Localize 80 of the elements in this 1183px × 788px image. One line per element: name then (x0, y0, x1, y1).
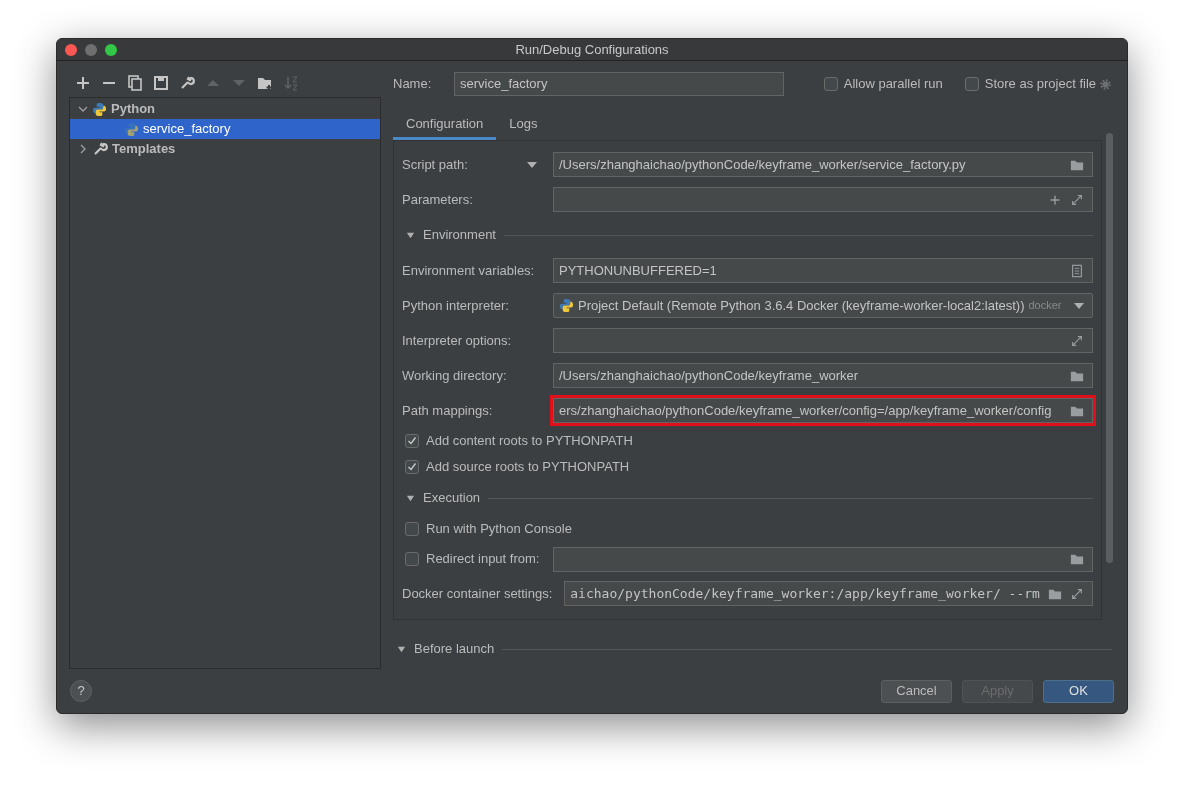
tree-label: Templates (112, 140, 176, 159)
option-label[interactable]: Store as project file (984, 74, 1096, 94)
collapse-icon[interactable] (406, 230, 415, 240)
field-label: Parameters: (402, 190, 473, 209)
add-icon[interactable] (75, 75, 91, 91)
text-field[interactable]: ers/zhanghaichao/pythonCode/keyframe_worker/config=/app/keyframe_worker/config (553, 398, 1093, 423)
python-icon (124, 121, 139, 137)
zoom-button[interactable] (105, 43, 117, 56)
dropdown-icon[interactable] (1074, 302, 1084, 309)
field-value: PYTHONUNBUFFERED=1 (559, 261, 718, 280)
scrollbar[interactable] (1106, 133, 1113, 563)
interpreter-dropdown[interactable]: Project Default (Remote Python 3.6.4 Docker (keyframe-worker-local2:latest)) docker (553, 293, 1093, 318)
field-label: Interpreter options: (402, 331, 512, 350)
list-icon[interactable] (1070, 263, 1084, 278)
field-value: ers/zhanghaichao/pythonCode/keyframe_worker/config=/app/keyframe_worker/config (559, 401, 1053, 420)
text-field[interactable]: /Users/zhanghaichao/pythonCode/keyframe_worker (553, 363, 1093, 388)
interpreter-type: docker (1028, 298, 1063, 314)
expand-icon[interactable] (1070, 586, 1084, 601)
field-label: Environment variables: (402, 261, 535, 280)
tree-label: service_factory (143, 120, 231, 139)
expand-icon[interactable] (1070, 333, 1084, 348)
field-label: Docker container settings: (402, 584, 553, 603)
checkbox-label[interactable]: Add source roots to PYTHONPATH (426, 457, 630, 477)
checkbox[interactable] (405, 460, 419, 474)
window-title: Run/Debug Configurations (514, 40, 670, 59)
dialog-button[interactable]: OK (1043, 679, 1114, 703)
wrench-icon[interactable] (92, 141, 108, 157)
checkbox-label[interactable]: Run with Python Console (426, 519, 572, 539)
field-label: Python interpreter: (402, 296, 509, 315)
interpreter-name: Project Default (Remote Python 3.6.4 Docker (keyframe-worker-local2:latest)) (578, 296, 1025, 315)
field-label: Path mappings: (402, 401, 493, 420)
wrench-icon[interactable] (179, 75, 195, 91)
copy-icon[interactable] (127, 75, 143, 91)
text-field[interactable]: /Users/zhanghaichao/pythonCode/keyframe_worker/service_factory.py (553, 152, 1093, 177)
tab[interactable]: Logs (496, 110, 551, 140)
text-field[interactable] (553, 187, 1093, 212)
dropdown-icon[interactable] (527, 161, 537, 168)
help-button[interactable]: ? (70, 680, 92, 702)
checkbox[interactable] (405, 522, 419, 536)
python-icon (559, 298, 574, 313)
collapse-icon[interactable] (397, 644, 406, 654)
section-title: Environment (423, 226, 496, 245)
name-label: Name: (393, 75, 433, 94)
name-field[interactable]: service_factory (454, 72, 784, 96)
option-label[interactable]: Allow parallel run (843, 74, 943, 94)
checkbox[interactable] (405, 552, 419, 566)
field-value: aichao/pythonCode/keyframe_worker:/app/keyframe_worker/ --rm (570, 584, 1040, 603)
tree-label: Python (111, 100, 156, 119)
chevron-icon[interactable] (78, 144, 88, 154)
checkbox[interactable] (405, 434, 419, 448)
settings-icon[interactable] (1099, 77, 1112, 91)
chevron-icon[interactable] (78, 104, 88, 114)
minimize-button[interactable] (85, 43, 97, 56)
field-label: Working directory: (402, 366, 507, 385)
save-icon[interactable] (153, 75, 169, 91)
folder-icon[interactable] (1070, 552, 1084, 566)
tree-item[interactable]: service_factory (70, 119, 380, 139)
new-folder-icon[interactable] (257, 75, 273, 91)
field-label: Script path: (402, 155, 468, 174)
checkbox-label[interactable]: Redirect input from: (426, 549, 540, 569)
checkbox-label[interactable]: Add content roots to PYTHONPATH (426, 431, 633, 451)
tree-item[interactable]: Python (70, 99, 380, 119)
python-icon (92, 101, 107, 117)
tab[interactable]: Configuration (393, 110, 497, 140)
expand-icon[interactable] (1070, 192, 1084, 207)
section-title: Before launch (414, 640, 495, 658)
tree-item[interactable]: Templates (70, 139, 380, 159)
collapse-icon[interactable] (406, 493, 415, 503)
text-field[interactable]: PYTHONUNBUFFERED=1 (553, 258, 1093, 283)
close-button[interactable] (65, 43, 77, 56)
text-field[interactable] (553, 328, 1093, 353)
checkbox[interactable] (964, 77, 979, 91)
dialog-button[interactable]: Cancel (881, 679, 952, 703)
text-field[interactable] (553, 546, 1093, 572)
section-title: Execution (423, 489, 481, 508)
field-value: /Users/zhanghaichao/pythonCode/keyframe_worker/service_factory.py (559, 155, 967, 174)
field-value: service_factory (460, 75, 548, 94)
checkbox[interactable] (823, 77, 838, 91)
field-value: /Users/zhanghaichao/pythonCode/keyframe_worker (559, 366, 860, 385)
docker-settings-field[interactable]: aichao/pythonCode/keyframe_worker:/app/keyframe_worker/ --rm (564, 581, 1093, 606)
